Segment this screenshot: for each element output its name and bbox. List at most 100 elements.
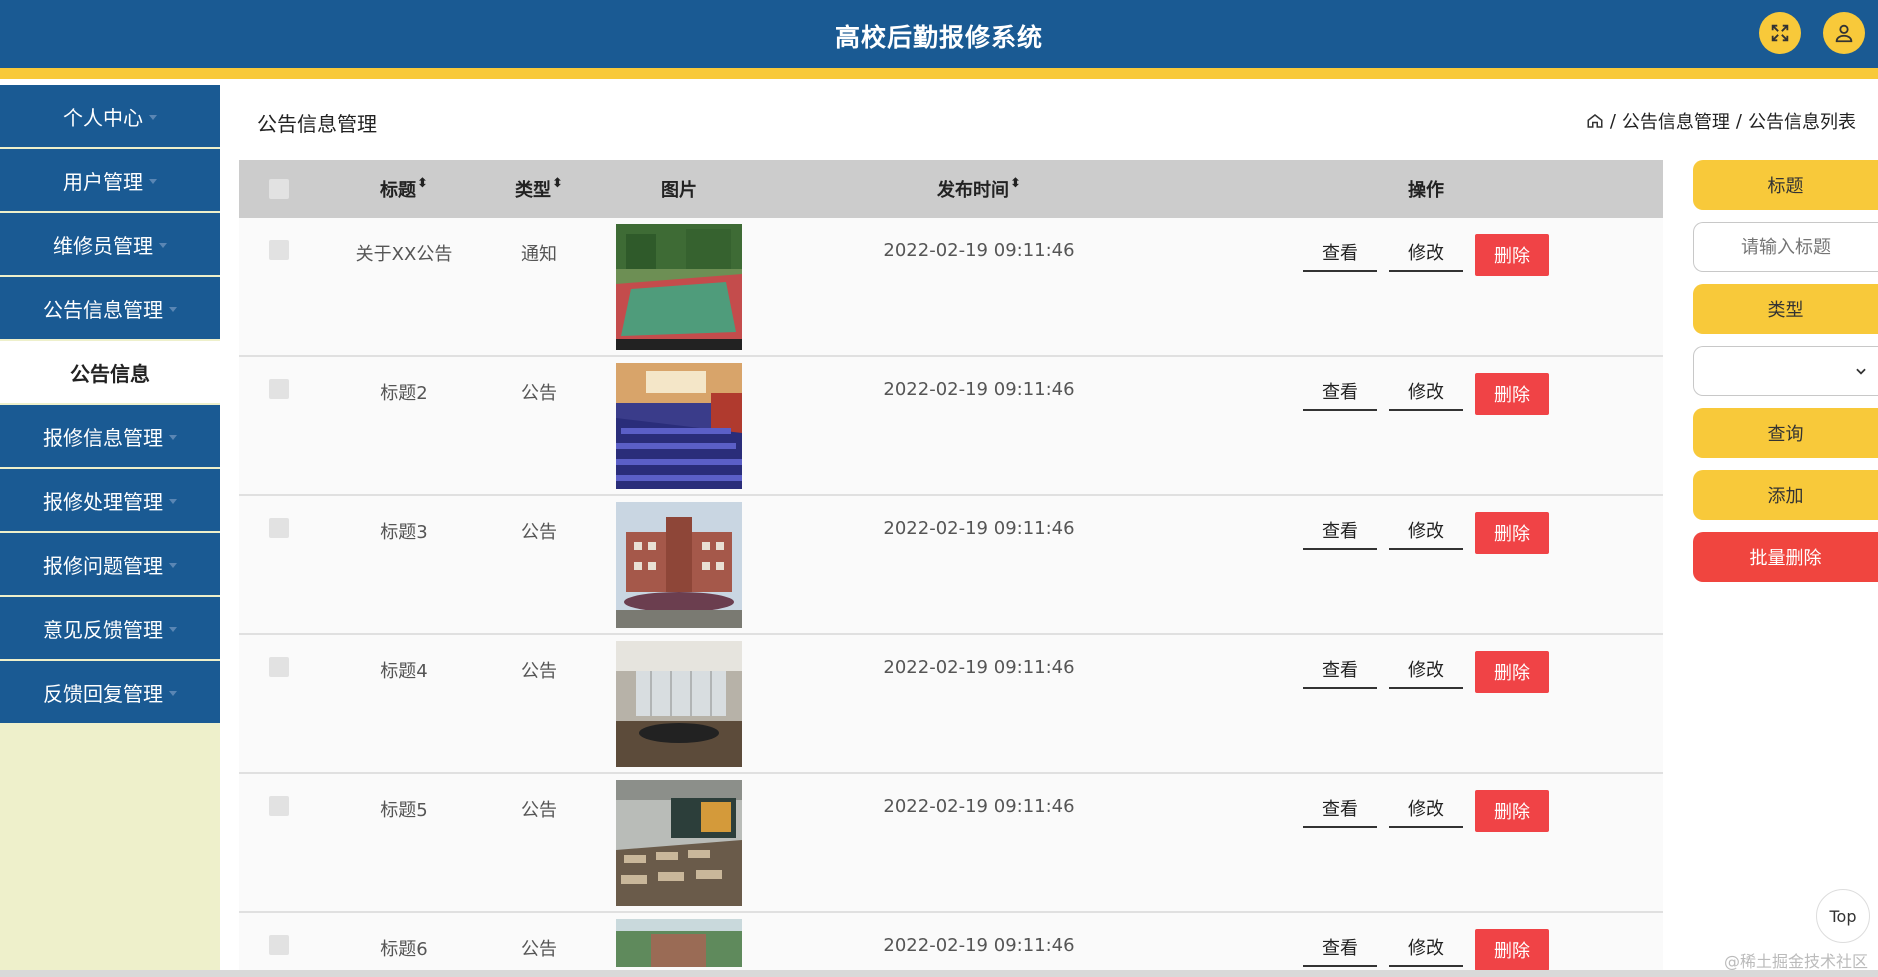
cell-time: 2022-02-19 09:11:46 [883, 935, 1075, 956]
cell-type: 通知 [521, 244, 557, 265]
breadcrumb-separator: / [1735, 110, 1742, 132]
title-search-input[interactable] [1693, 222, 1878, 272]
type-filter-label: 类型 [1693, 284, 1878, 334]
table-row: 标题6 公告 2022-02-19 09:11:46 查看 修改 删除 [239, 913, 1663, 973]
cell-title: 标题5 [380, 800, 428, 821]
cell-time: 2022-02-19 09:11:46 [883, 657, 1075, 678]
sidebar-item-label: 公告信息 [70, 361, 150, 386]
cell-type: 公告 [521, 522, 557, 543]
back-to-top-button[interactable]: Top [1816, 889, 1870, 943]
view-button[interactable]: 查看 [1303, 929, 1377, 967]
caret-down-icon [159, 242, 167, 248]
view-button[interactable]: 查看 [1303, 651, 1377, 689]
sort-icon: ⬍ [417, 176, 428, 191]
sidebar-item-repair-issues[interactable]: 报修问题管理 [0, 533, 220, 595]
fullscreen-button[interactable] [1759, 12, 1801, 54]
cell-time: 2022-02-19 09:11:46 [883, 796, 1075, 817]
sidebar-item-repair-process[interactable]: 报修处理管理 [0, 469, 220, 531]
view-button[interactable]: 查看 [1303, 373, 1377, 411]
sidebar-item-label: 意见反馈管理 [43, 617, 163, 642]
sidebar-item-feedback-reply[interactable]: 反馈回复管理 [0, 661, 220, 723]
type-select[interactable] [1693, 346, 1878, 396]
caret-down-icon [149, 114, 157, 120]
view-button[interactable]: 查看 [1303, 790, 1377, 828]
edit-button[interactable]: 修改 [1389, 512, 1463, 550]
cell-time: 2022-02-19 09:11:46 [883, 379, 1075, 400]
home-icon[interactable] [1586, 112, 1604, 130]
caret-down-icon [169, 690, 177, 696]
auditorium-image[interactable] [616, 363, 742, 489]
delete-button[interactable]: 删除 [1475, 929, 1549, 971]
column-header-type[interactable]: 类型 ⬍ [489, 176, 589, 202]
delete-button[interactable]: 删除 [1475, 373, 1549, 415]
row-checkbox[interactable] [269, 796, 289, 816]
row-checkbox[interactable] [269, 518, 289, 538]
view-button[interactable]: 查看 [1303, 234, 1377, 272]
user-icon [1835, 24, 1853, 43]
sidebar-item-notice[interactable]: 公告信息 [0, 341, 220, 403]
basketball-court-image[interactable] [616, 224, 742, 350]
sort-icon: ⬍ [1010, 176, 1021, 191]
breadcrumb: / 公告信息管理 / 公告信息列表 [1586, 108, 1856, 134]
cell-time: 2022-02-19 09:11:46 [883, 240, 1075, 261]
table-row: 标题4 公告 2022-02-19 09:11:46 查看 修改 删除 [239, 635, 1663, 774]
delete-button[interactable]: 删除 [1475, 651, 1549, 693]
query-button[interactable]: 查询 [1693, 408, 1878, 458]
table-row: 标题5 公告 2022-02-19 09:11:46 查看 修改 删除 [239, 774, 1663, 913]
row-checkbox[interactable] [269, 240, 289, 260]
add-button[interactable]: 添加 [1693, 470, 1878, 520]
aerial-campus-image[interactable] [616, 919, 742, 967]
caret-down-icon [169, 626, 177, 632]
delete-button[interactable]: 删除 [1475, 234, 1549, 276]
sort-icon: ⬍ [552, 176, 563, 191]
row-checkbox[interactable] [269, 657, 289, 677]
delete-button[interactable]: 删除 [1475, 512, 1549, 554]
column-header-title[interactable]: 标题 ⬍ [319, 176, 489, 202]
view-button[interactable]: 查看 [1303, 512, 1377, 550]
breadcrumb-level2: 公告信息列表 [1748, 112, 1856, 133]
notice-table: 标题 ⬍ 类型 ⬍ 图片 发布时间 ⬍ 操作 关于XX公告 通知 2022-02-19… [239, 160, 1663, 973]
select-all-checkbox[interactable] [269, 179, 289, 199]
campus-building-image[interactable] [616, 502, 742, 628]
sidebar-item-label: 反馈回复管理 [43, 681, 163, 706]
watermark: @稀土掘金技术社区 [1723, 952, 1868, 971]
breadcrumb-level1[interactable]: 公告信息管理 [1622, 108, 1730, 134]
user-button[interactable] [1823, 12, 1865, 54]
caret-down-icon [169, 434, 177, 440]
sidebar-item-users[interactable]: 用户管理 [0, 149, 220, 211]
cell-type: 公告 [521, 383, 557, 404]
cell-title: 标题6 [380, 939, 428, 960]
cell-title: 标题3 [380, 522, 428, 543]
sidebar-item-label: 报修信息管理 [43, 425, 163, 450]
cell-time: 2022-02-19 09:11:46 [883, 518, 1075, 539]
table-row: 关于XX公告 通知 2022-02-19 09:11:46 查看 修改 删除 [239, 218, 1663, 357]
breadcrumb-separator: / [1609, 110, 1616, 132]
cell-type: 公告 [521, 661, 557, 682]
chevron-down-icon [1856, 368, 1866, 375]
row-checkbox[interactable] [269, 935, 289, 955]
sidebar-item-repair-info[interactable]: 报修信息管理 [0, 405, 220, 467]
cell-type: 公告 [521, 800, 557, 821]
edit-button[interactable]: 修改 [1389, 373, 1463, 411]
column-header-time[interactable]: 发布时间 ⬍ [769, 176, 1189, 202]
row-checkbox[interactable] [269, 379, 289, 399]
meeting-room-image[interactable] [616, 641, 742, 767]
classroom-image[interactable] [616, 780, 742, 906]
column-header-ops: 操作 [1408, 180, 1444, 201]
delete-button[interactable]: 删除 [1475, 790, 1549, 832]
batch-delete-button[interactable]: 批量删除 [1693, 532, 1878, 582]
edit-button[interactable]: 修改 [1389, 790, 1463, 828]
sidebar: 个人中心 用户管理 维修员管理 公告信息管理 公告信息 报修信息管理 报修处理管… [0, 85, 220, 977]
header-stripe [0, 68, 1878, 79]
table-row: 标题2 公告 2022-02-19 09:11:46 查看 修改 删除 [239, 357, 1663, 496]
app-title: 高校后勤报修系统 [834, 23, 1043, 52]
sidebar-item-repairmen[interactable]: 维修员管理 [0, 213, 220, 275]
edit-button[interactable]: 修改 [1389, 929, 1463, 967]
sidebar-item-feedback[interactable]: 意见反馈管理 [0, 597, 220, 659]
horizontal-scrollbar[interactable] [0, 970, 1878, 977]
cell-title: 标题4 [380, 661, 428, 682]
sidebar-item-profile[interactable]: 个人中心 [0, 85, 220, 147]
edit-button[interactable]: 修改 [1389, 651, 1463, 689]
sidebar-item-notice-admin[interactable]: 公告信息管理 [0, 277, 220, 339]
edit-button[interactable]: 修改 [1389, 234, 1463, 272]
